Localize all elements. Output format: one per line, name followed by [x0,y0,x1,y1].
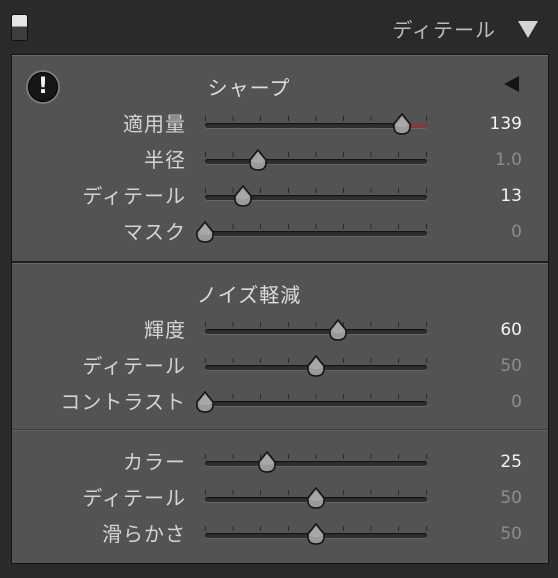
slider-value[interactable]: 13 [500,181,522,211]
panel-header[interactable]: ディテール [0,0,558,54]
slider-thumb[interactable] [257,451,277,473]
slider[interactable] [196,217,427,247]
slider-value[interactable]: 0 [511,387,522,417]
section-heading-sharpening: シャープ [207,76,291,100]
slider-value[interactable]: 60 [500,315,522,345]
slider-value[interactable]: 50 [500,351,522,381]
slider[interactable] [205,145,427,175]
sharpening-row-3: マスク 0 [12,217,548,247]
slider-label: ディテール [82,354,186,378]
slider-ticks [205,152,427,157]
sharpening-row-1: 半径 1.0 [12,145,548,175]
color-noise-row-2: 滑らかさ 50 [12,519,548,549]
slider-label: カラー [123,450,186,474]
luminance-row-2: コントラスト 0 [12,387,548,417]
color-noise-row-1: ディテール 50 [12,483,548,513]
slider-label: マスク [123,220,186,244]
section-heading-noise-reduction: ノイズ軽減 [196,283,302,307]
slider-thumb[interactable] [195,391,215,413]
sharpening-row-0: 適用量 139 [12,109,548,139]
slider-value[interactable]: 0 [511,217,522,247]
slider-ticks [205,322,427,327]
triangle-down-icon[interactable] [518,21,538,38]
slider-thumb[interactable] [248,149,268,171]
slider-ticks [205,454,427,459]
slider[interactable] [205,181,427,211]
slider[interactable] [205,109,427,139]
slider-value[interactable]: 25 [500,447,522,477]
slider-track[interactable] [205,401,427,406]
slider-track[interactable] [205,461,427,466]
panel-title[interactable]: ディテール [392,14,496,43]
luminance-row-1: ディテール 50 [12,351,548,381]
slider[interactable] [205,483,427,513]
slider[interactable] [205,447,427,477]
slider[interactable] [205,351,427,381]
slider-thumb[interactable] [306,355,326,377]
slider-value[interactable]: 1.0 [495,145,522,175]
detail-panel-body: ! シャープ 適用量 139 半径 1.0 ディテール 13 マスク 0 ノイズ軽減 輝度 60… [11,54,549,564]
slider[interactable] [205,519,427,549]
slider-track[interactable] [205,159,427,164]
slider-ticks [205,394,427,399]
slider-value[interactable]: 50 [500,483,522,513]
slider-thumb[interactable] [233,185,253,207]
luminance-row-0: 輝度 60 [12,315,548,345]
slider-label: 輝度 [144,318,186,342]
slider-thumb[interactable] [328,319,348,341]
slider-value[interactable]: 50 [500,519,522,549]
panel-toggle-switch[interactable] [12,15,27,40]
slider[interactable] [205,315,427,345]
slider-label: 滑らかさ [102,522,186,546]
slider-label: ディテール [82,486,186,510]
triangle-left-icon[interactable] [504,76,519,92]
slider-ticks [205,224,427,229]
slider-track[interactable] [205,231,427,236]
slider-thumb[interactable] [306,523,326,545]
panel-footer-strip [0,566,558,578]
section-divider [12,261,548,264]
slider[interactable] [196,387,427,417]
sharpening-row-2: ディテール 13 [12,181,548,211]
slider-thumb[interactable] [392,113,412,135]
slider-label: 半径 [144,148,186,172]
slider-track[interactable] [205,329,427,334]
slider-label: コントラスト [60,390,186,414]
slider-thumb[interactable] [195,221,215,243]
slider-value[interactable]: 139 [490,109,522,139]
slider-label: ディテール [82,184,186,208]
subsection-divider [12,429,548,431]
slider-label: 適用量 [123,112,186,136]
color-noise-row-0: カラー 25 [12,447,548,477]
slider-thumb[interactable] [306,487,326,509]
